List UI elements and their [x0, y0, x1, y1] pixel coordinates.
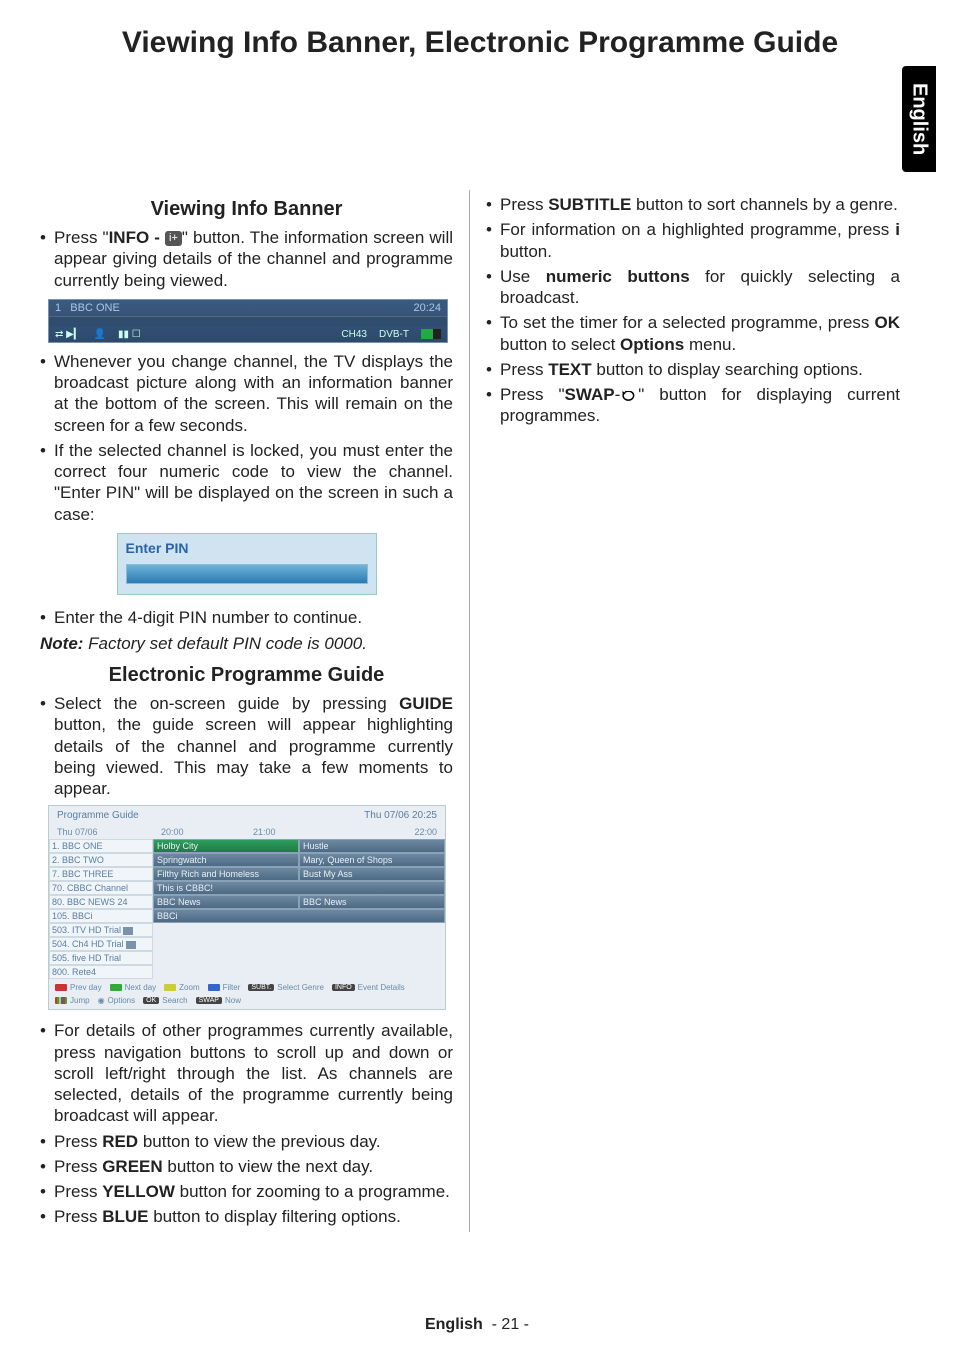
epg-mock: Programme Guide Thu 07/06 20:25 Thu 07/0…	[48, 805, 446, 1010]
list-item: For information on a highlighted program…	[486, 219, 900, 262]
left-column: Viewing Info Banner Press "INFO - i+" bu…	[40, 190, 470, 1232]
enter-pin-label: Enter PIN	[126, 540, 368, 556]
page-title: Viewing Info Banner, Electronic Programm…	[40, 26, 920, 60]
list-item: Press YELLOW button for zooming to a pro…	[40, 1181, 453, 1202]
epg-row: 800. Rete4	[49, 965, 445, 979]
epg-row: 504. Ch4 HD Trial	[49, 937, 445, 951]
epg-row: 503. ITV HD Trial	[49, 923, 445, 937]
list-item: To set the timer for a selected programm…	[486, 312, 900, 355]
note-text: Note: Factory set default PIN code is 00…	[40, 634, 453, 654]
epg-row: 1. BBC ONEHolby CityHustle	[49, 839, 445, 853]
section-heading-epg: Electronic Programme Guide	[40, 664, 453, 687]
epg-row: 80. BBC NEWS 24BBC NewsBBC News	[49, 895, 445, 909]
epg-row: 70. CBBC ChannelThis is CBBC!	[49, 881, 445, 895]
info-plus-icon: i+	[165, 231, 182, 247]
epg-row: 2. BBC TWOSpringwatchMary, Queen of Shop…	[49, 853, 445, 867]
signal-bars-icon	[421, 329, 441, 339]
list-item: Press SUBTITLE button to sort channels b…	[486, 194, 900, 215]
list-item: Press GREEN button to view the next day.	[40, 1156, 453, 1177]
pause-icon: ▮▮ ☐	[118, 329, 141, 340]
list-item: Press "INFO - i+" button. The informatio…	[40, 227, 453, 291]
list-item: For details of other programmes currentl…	[40, 1020, 453, 1126]
hd-icon	[126, 941, 136, 949]
list-item: Press RED button to view the previous da…	[40, 1131, 453, 1152]
shuffle-icon: ⇄ ▶▎	[55, 329, 82, 340]
right-column: Press SUBTITLE button to sort channels b…	[470, 190, 900, 1232]
list-item: If the selected channel is locked, you m…	[40, 440, 453, 525]
list-item: Whenever you change channel, the TV disp…	[40, 351, 453, 436]
info-banner-mock: 1 BBC ONE 20:24 ⇄ ▶▎ 👤 ▮▮ ☐ CH43 DVB-T	[48, 299, 448, 343]
list-item: Press "SWAP-" button for displaying curr…	[486, 384, 900, 427]
pin-input-bar	[126, 564, 368, 584]
list-item: Enter the 4-digit PIN number to continue…	[40, 607, 453, 628]
person-icon: 👤	[94, 329, 106, 340]
language-tab: English	[902, 66, 936, 172]
section-heading-info-banner: Viewing Info Banner	[40, 198, 453, 221]
list-item: Use numeric buttons for quickly selectin…	[486, 266, 900, 309]
epg-row: 7. BBC THREEFilthy Rich and HomelessBust…	[49, 867, 445, 881]
hd-icon	[123, 927, 133, 935]
list-item: Press BLUE button to display filtering o…	[40, 1206, 453, 1227]
epg-row: 505. five HD Trial	[49, 951, 445, 965]
enter-pin-mock: Enter PIN	[117, 533, 377, 595]
list-item: Press TEXT button to display searching o…	[486, 359, 900, 380]
list-item: Select the on-screen guide by pressing G…	[40, 693, 453, 799]
epg-row: 105. BBCiBBCi	[49, 909, 445, 923]
page-footer: English - 21 -	[0, 1316, 954, 1334]
swap-icon	[620, 389, 638, 403]
